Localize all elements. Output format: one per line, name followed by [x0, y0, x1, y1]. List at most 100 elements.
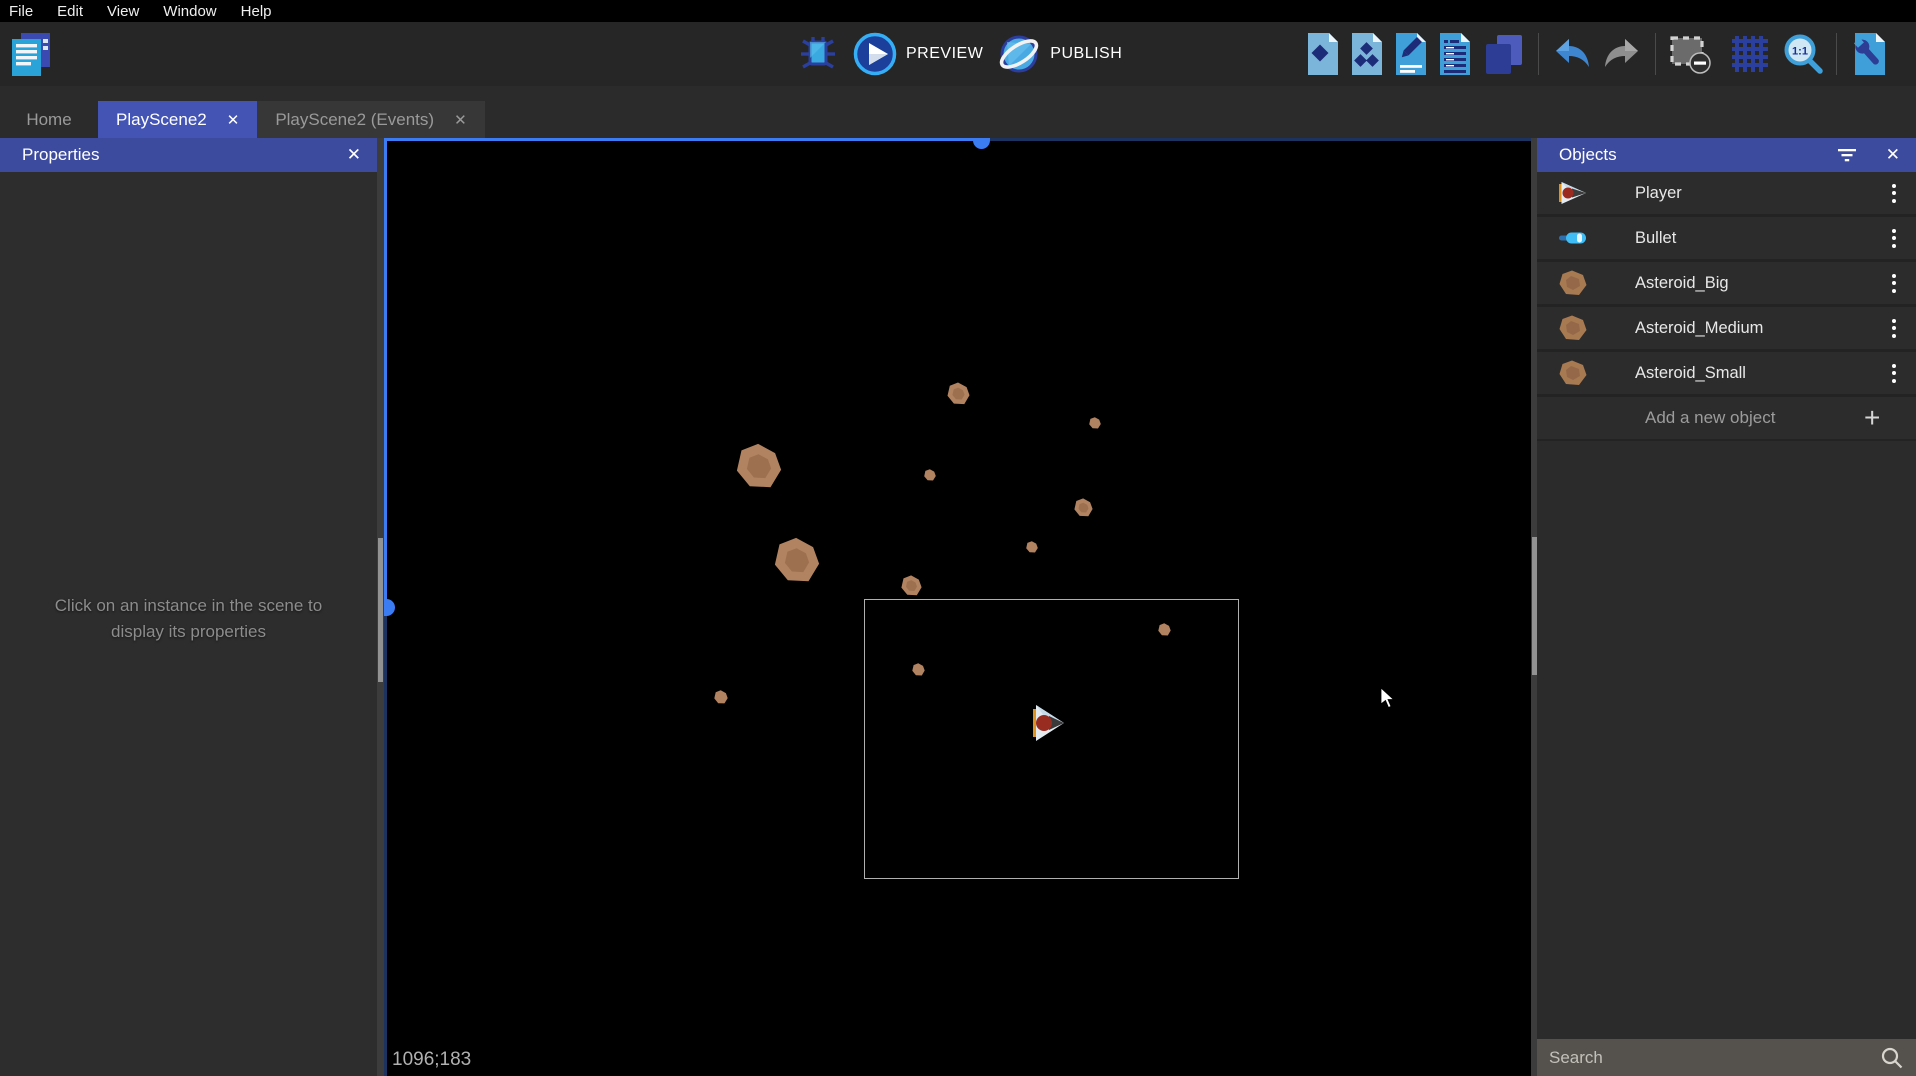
- redo-icon[interactable]: [1601, 34, 1641, 74]
- edit-scene-doc-icon[interactable]: [1394, 32, 1428, 76]
- bullet-icon: [1537, 231, 1609, 245]
- canvas-scrollbar[interactable]: [1531, 138, 1537, 1076]
- preview-label: PREVIEW: [906, 45, 983, 63]
- scene-objects-doc-icon[interactable]: [1306, 32, 1340, 76]
- menu-bar: FileEditViewWindowHelp: [0, 0, 1916, 22]
- asteroid-instance[interactable]: [736, 443, 782, 494]
- object-name: Bullet: [1609, 229, 1872, 248]
- clear-selection-icon[interactable]: [1668, 34, 1712, 74]
- tab-label: PlayScene2: [116, 110, 207, 130]
- object-name: Asteroid_Small: [1609, 364, 1872, 383]
- v-scrollbar-track[interactable]: [384, 608, 387, 1076]
- zoom-1-1-icon[interactable]: 1:1: [1782, 33, 1824, 75]
- objects-panel-title: Objects: [1559, 145, 1617, 165]
- object-search-input[interactable]: [1549, 1048, 1880, 1068]
- object-name: Asteroid_Big: [1609, 274, 1872, 293]
- properties-panel-title: Properties: [22, 145, 99, 165]
- toolbar: PREVIEW PUBLISH: [0, 22, 1916, 86]
- scene-properties-doc-icon[interactable]: [1853, 32, 1887, 76]
- h-scrollbar-thumb[interactable]: [973, 138, 990, 149]
- cursor-coordinates: 1096;183: [392, 1049, 471, 1071]
- h-scrollbar-track[interactable]: [982, 138, 1531, 141]
- preview-play-icon: [853, 32, 897, 76]
- filter-icon[interactable]: [1836, 148, 1858, 163]
- publish-button[interactable]: PUBLISH: [997, 32, 1122, 76]
- tab-label: PlayScene2 (Events): [275, 110, 434, 130]
- properties-empty-message: Click on an instance in the scene to dis…: [0, 593, 377, 646]
- toolbar-separator: [1655, 33, 1656, 75]
- search-icon[interactable]: [1880, 1046, 1904, 1070]
- object-menu-icon[interactable]: [1872, 319, 1916, 338]
- project-manager-icon[interactable]: [6, 30, 56, 80]
- objects-panel: Objects ✕ Player Bullet Asteroid_Big Astero…: [1537, 138, 1916, 1076]
- properties-resize-handle[interactable]: [377, 138, 384, 1076]
- menu-help[interactable]: Help: [229, 3, 284, 20]
- undo-icon[interactable]: [1553, 34, 1593, 74]
- scene-canvas[interactable]: 1096;183: [384, 138, 1531, 1076]
- publish-label: PUBLISH: [1050, 45, 1122, 63]
- close-tab-icon[interactable]: ✕: [454, 111, 467, 129]
- asteroid-instance[interactable]: [947, 382, 970, 410]
- asteroid-icon: [1537, 270, 1609, 296]
- object-search-bar: [1537, 1039, 1916, 1076]
- asteroid-instance[interactable]: [1074, 498, 1093, 522]
- object-menu-icon[interactable]: [1872, 274, 1916, 293]
- v-scrollbar-filled[interactable]: [384, 138, 387, 608]
- events-sheet-doc-icon[interactable]: [1438, 32, 1472, 76]
- svg-text:1:1: 1:1: [1792, 46, 1808, 58]
- object-menu-icon[interactable]: [1872, 229, 1916, 248]
- properties-panel: Properties ✕ Click on an instance in the…: [0, 138, 377, 1076]
- close-icon[interactable]: ✕: [1884, 145, 1902, 165]
- tab-label: Home: [26, 110, 71, 130]
- toolbar-separator: [1538, 33, 1539, 75]
- object-name: Asteroid_Medium: [1609, 319, 1872, 338]
- asteroid-instance[interactable]: [774, 537, 820, 588]
- asteroid-instance[interactable]: [924, 468, 936, 486]
- menu-view[interactable]: View: [95, 3, 151, 20]
- object-row-asteroid_big[interactable]: Asteroid_Big: [1537, 262, 1916, 307]
- object-row-asteroid_medium[interactable]: Asteroid_Medium: [1537, 307, 1916, 352]
- player-ship-icon: [1537, 181, 1609, 205]
- tab-home[interactable]: Home: [0, 101, 98, 138]
- asteroid-instance[interactable]: [912, 663, 925, 681]
- objects-panel-header: Objects ✕: [1537, 138, 1916, 172]
- add-new-object-label: Add a new object: [1537, 408, 1864, 428]
- toolbar-separator: [1836, 33, 1837, 75]
- menu-file[interactable]: File: [0, 3, 45, 20]
- debug-icon[interactable]: [797, 33, 839, 75]
- close-icon[interactable]: ✕: [345, 145, 363, 165]
- scrollbar-thumb[interactable]: [1532, 537, 1537, 675]
- tab-playscene2-events-[interactable]: PlayScene2 (Events) ✕: [257, 101, 484, 138]
- mouse-cursor: [1380, 688, 1396, 715]
- plus-icon[interactable]: +: [1864, 402, 1916, 434]
- tab-bar: Home PlayScene2 ✕ PlayScene2 (Events) ✕: [0, 86, 1916, 138]
- asteroid-instance[interactable]: [901, 575, 922, 601]
- asteroid-instance[interactable]: [1089, 416, 1101, 434]
- external-objects-doc-icon[interactable]: [1350, 32, 1384, 76]
- menu-edit[interactable]: Edit: [45, 3, 95, 20]
- object-menu-icon[interactable]: [1872, 184, 1916, 203]
- asteroid-instance[interactable]: [714, 690, 728, 709]
- layers-icon[interactable]: [1482, 32, 1524, 76]
- menu-window[interactable]: Window: [151, 3, 228, 20]
- object-menu-icon[interactable]: [1872, 364, 1916, 383]
- add-new-object-button[interactable]: Add a new object +: [1537, 397, 1916, 441]
- object-row-asteroid_small[interactable]: Asteroid_Small: [1537, 352, 1916, 397]
- h-scrollbar-filled[interactable]: [384, 138, 982, 141]
- player-instance[interactable]: [1033, 704, 1067, 747]
- object-row-player[interactable]: Player: [1537, 172, 1916, 217]
- properties-panel-header: Properties ✕: [0, 138, 377, 172]
- preview-button[interactable]: PREVIEW: [853, 32, 983, 76]
- v-scrollbar-thumb[interactable]: [384, 599, 395, 616]
- tab-playscene2[interactable]: PlayScene2 ✕: [98, 101, 257, 138]
- close-tab-icon[interactable]: ✕: [227, 111, 240, 129]
- gdevelop-window: FileEditViewWindowHelp PREVIEW PUBLISH: [0, 0, 1916, 1076]
- asteroid-instance[interactable]: [1158, 623, 1171, 641]
- publish-globe-icon: [997, 32, 1041, 76]
- objects-panel-empty-area: [1537, 441, 1916, 1039]
- asteroid-instance[interactable]: [1026, 540, 1038, 558]
- resize-thumb[interactable]: [378, 538, 383, 682]
- grid-icon[interactable]: [1730, 34, 1770, 74]
- object-row-bullet[interactable]: Bullet: [1537, 217, 1916, 262]
- object-name: Player: [1609, 184, 1872, 203]
